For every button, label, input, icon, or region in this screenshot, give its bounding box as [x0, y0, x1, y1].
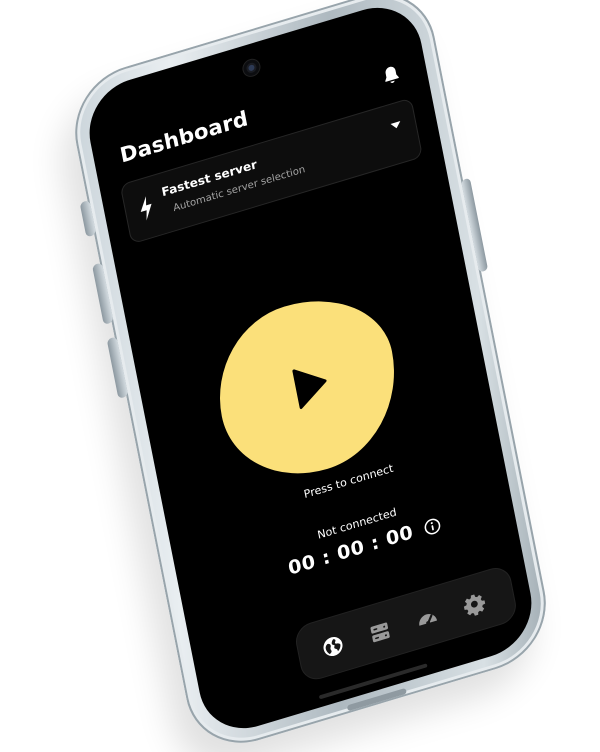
connect-button[interactable]: [204, 278, 411, 496]
caret-down-icon[interactable]: [390, 120, 401, 131]
front-camera: [241, 57, 261, 79]
speedometer-icon[interactable]: [413, 603, 441, 633]
bolt-icon: [140, 196, 152, 221]
server-selector[interactable]: Fastest server Automatic server selectio…: [119, 97, 424, 245]
info-icon[interactable]: [422, 515, 442, 536]
server-stack-icon[interactable]: [366, 617, 394, 647]
phone-device: Dashboard Fastest server Automatic serve…: [64, 0, 557, 752]
app-screen: Dashboard Fastest server Automatic serve…: [80, 0, 541, 741]
gear-icon[interactable]: [460, 589, 488, 619]
mockup-stage: Dashboard Fastest server Automatic serve…: [0, 0, 600, 752]
play-icon: [292, 369, 327, 409]
globe-icon[interactable]: [319, 631, 347, 661]
bell-icon[interactable]: [378, 60, 404, 90]
